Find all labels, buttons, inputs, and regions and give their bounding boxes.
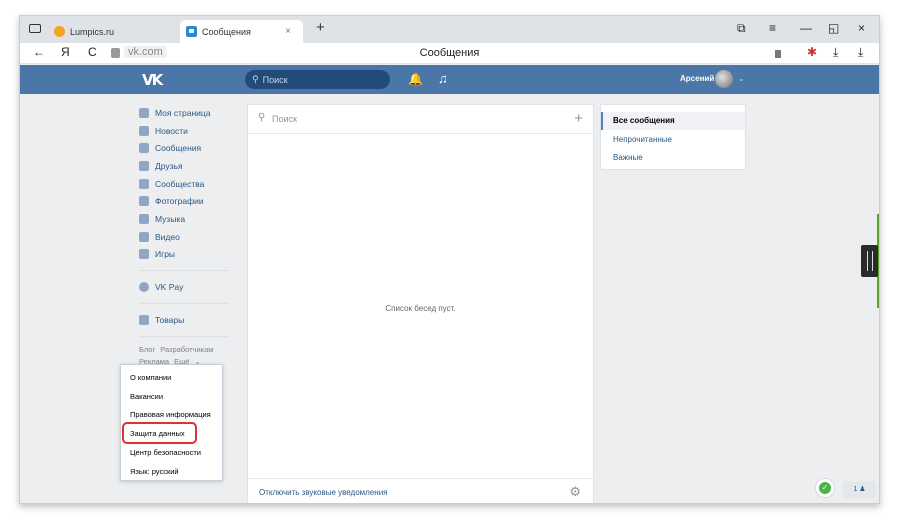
video-icon — [139, 231, 149, 242]
messages-filter-panel: Все сообщения Непрочитанные Важные — [600, 104, 746, 170]
nav-divider — [139, 302, 229, 304]
sidebar-item-music[interactable]: Музыка — [139, 210, 244, 228]
bookmark-icon[interactable] — [775, 50, 781, 58]
tab-list-icon[interactable] — [29, 24, 41, 33]
tab-lumpics[interactable]: Lumpics.ru — [54, 20, 192, 43]
sidebar-item-label: Сообщества — [155, 178, 205, 189]
goods-icon — [139, 314, 149, 325]
search-placeholder: Поиск — [272, 114, 297, 124]
pin-icon[interactable]: ⧉ — [737, 21, 746, 36]
filter-unread[interactable]: Непрочитанные — [601, 131, 745, 149]
music-icon — [139, 213, 149, 224]
protection-shield-icon[interactable]: ✓ — [815, 478, 835, 498]
friends-icon — [139, 160, 149, 171]
blog-link[interactable]: Блог — [139, 345, 155, 354]
dropdown-item-security-center[interactable]: Центр безопасности — [130, 448, 201, 457]
search-placeholder: Поиск — [262, 74, 288, 85]
dropdown-item-about[interactable]: О компании — [130, 373, 171, 382]
games-icon — [139, 249, 149, 260]
minimize-button[interactable]: — — [800, 21, 812, 35]
messages-icon — [139, 143, 149, 154]
new-tab-button[interactable]: + — [316, 19, 325, 36]
tab-label: Сообщения — [202, 26, 251, 37]
browser-window: Lumpics.ru Сообщения × + ⧉ ≡ — ◱ × ← Я C… — [19, 15, 880, 504]
search-icon: ⚲ — [258, 112, 266, 123]
sidebar-item-label: Друзья — [155, 160, 183, 171]
music-icon[interactable]: ♫ — [438, 71, 448, 86]
sidebar-item-goods[interactable]: Товары — [139, 311, 244, 329]
page-counter-badge[interactable]: 1 ♟ — [843, 481, 876, 499]
tab-label: Lumpics.ru — [70, 26, 115, 37]
save-icon[interactable]: ⤓ — [833, 45, 838, 60]
avatar[interactable] — [715, 70, 733, 88]
sidebar-item-label: Музыка — [155, 213, 186, 224]
vk-logo[interactable]: VK — [142, 71, 163, 89]
sidebar-item-my-page[interactable]: Моя страница — [139, 104, 244, 122]
nav-divider — [139, 270, 229, 272]
tab-messages[interactable]: Сообщения × — [180, 20, 303, 43]
tab-strip: Lumpics.ru Сообщения × + ⧉ ≡ — ◱ × — [20, 16, 879, 43]
sidebar-item-games[interactable]: Игры — [139, 246, 244, 264]
sidebar-item-label: Новости — [155, 125, 188, 136]
highlight-box — [122, 422, 197, 444]
gear-icon[interactable]: ⚙ — [569, 484, 581, 500]
communities-icon — [139, 178, 149, 189]
sidebar-item-video[interactable]: Видео — [139, 228, 244, 246]
dropdown-item-language[interactable]: Язык: русский — [130, 467, 179, 476]
sidebar-item-news[interactable]: Новости — [139, 122, 244, 140]
sidebar-item-photos[interactable]: Фотографии — [139, 192, 244, 210]
sidebar-item-label: Моя страница — [155, 107, 211, 118]
messages-search-input[interactable]: ⚲ Поиск + — [248, 105, 593, 134]
empty-list-text: Список бесед пуст. — [385, 304, 456, 313]
sidebar-item-vkpay[interactable]: VK Pay — [139, 278, 244, 296]
messages-panel: ⚲ Поиск + Список бесед пуст. Отключить з… — [247, 104, 594, 503]
home-icon — [139, 107, 149, 118]
sidebar-item-label: Сообщения — [155, 143, 202, 154]
sidebar-item-messages[interactable]: Сообщения — [139, 139, 244, 157]
chevron-down-icon[interactable]: ⌄ — [738, 74, 745, 83]
sidebar-item-label: Игры — [155, 249, 176, 260]
sidebar-item-label: Товары — [155, 314, 185, 325]
close-tab-icon[interactable]: × — [285, 26, 291, 37]
close-window-button[interactable]: × — [858, 21, 865, 35]
mute-sounds-link[interactable]: Отключить звуковые уведомления — [259, 488, 388, 497]
check-icon: ✓ — [819, 482, 831, 494]
menu-icon[interactable]: ≡ — [769, 21, 776, 35]
back-icon[interactable]: ← — [33, 45, 45, 59]
bell-icon[interactable]: 🔔 — [408, 72, 423, 86]
vk-header: VK ⚲ Поиск 🔔 ♫ Арсений ⌄ — [20, 65, 879, 94]
search-icon: ⚲ — [252, 74, 259, 84]
yandex-icon[interactable]: Я — [61, 45, 70, 59]
download-icon[interactable]: ⤓ — [858, 45, 863, 60]
photos-icon — [139, 196, 149, 207]
filter-important[interactable]: Важные — [601, 149, 745, 167]
side-panel-handle[interactable] — [861, 245, 878, 277]
news-icon — [139, 125, 149, 136]
reload-icon[interactable]: C — [88, 45, 97, 59]
nav-divider — [139, 335, 229, 337]
messages-footer: Отключить звуковые уведомления ⚙ — [248, 478, 593, 503]
developers-link[interactable]: Разработчикам — [160, 345, 213, 354]
bug-icon[interactable]: ✱ — [807, 45, 817, 59]
url-domain[interactable]: vk.com — [124, 46, 167, 58]
sidebar-item-label: Фотографии — [155, 196, 204, 207]
sidebar-item-friends[interactable]: Друзья — [139, 157, 244, 175]
filter-all-messages[interactable]: Все сообщения — [601, 112, 745, 130]
sidebar-item-label: Видео — [155, 231, 180, 242]
lock-icon[interactable] — [111, 48, 120, 58]
sidebar-item-communities[interactable]: Сообщества — [139, 175, 244, 193]
left-nav: Моя страница Новости Сообщения Друзья Со… — [139, 104, 244, 368]
restore-button[interactable]: ◱ — [828, 21, 839, 35]
vkpay-icon — [139, 282, 149, 293]
dropdown-item-legal[interactable]: Правовая информация — [130, 410, 211, 419]
address-bar: ← Я C vk.com Сообщения ✱ ⤓ ⤓ — [20, 43, 879, 64]
user-name[interactable]: Арсений — [680, 74, 714, 83]
lumpics-favicon-icon — [54, 26, 65, 37]
header-search-input[interactable]: ⚲ Поиск — [245, 70, 390, 89]
sidebar-item-label: VK Pay — [155, 282, 184, 293]
new-chat-button[interactable]: + — [574, 110, 583, 127]
vk-favicon-icon — [186, 26, 197, 37]
dropdown-item-jobs[interactable]: Вакансии — [130, 392, 163, 401]
